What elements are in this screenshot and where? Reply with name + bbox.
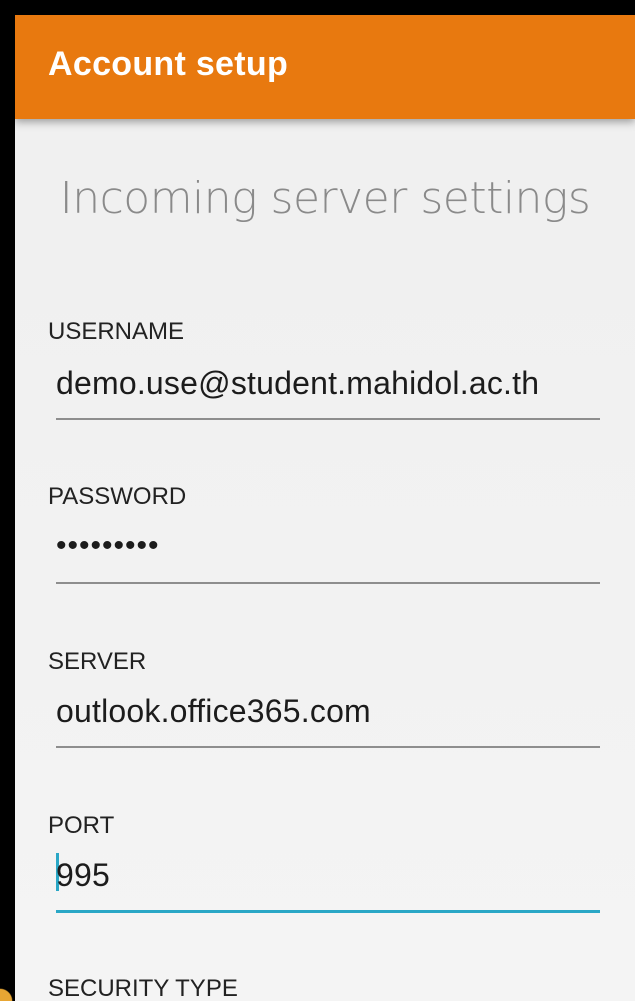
server-label: SERVER [48, 648, 147, 675]
screen: Account setup Incoming server settings U… [15, 15, 635, 1001]
device-frame: Account setup Incoming server settings U… [0, 0, 635, 1001]
password-label: PASSWORD [48, 483, 187, 510]
corner-decoration [0, 985, 14, 1001]
app-bar: Account setup [15, 15, 635, 119]
server-underline [56, 746, 600, 748]
username-label: USERNAME [48, 318, 185, 345]
password-underline [56, 582, 600, 584]
page-heading: Incoming server settings [59, 173, 591, 224]
security-type-label: SECURITY TYPE [48, 975, 238, 1001]
server-input[interactable]: outlook.office365.com [56, 693, 371, 730]
port-input[interactable]: 995 [56, 857, 110, 894]
password-input[interactable]: ••••••••• [56, 529, 160, 563]
username-input[interactable]: demo.use@student.mahidol.ac.th [56, 365, 539, 402]
app-bar-title: Account setup [48, 45, 289, 83]
port-underline [56, 910, 600, 913]
port-label: PORT [48, 812, 115, 839]
username-underline [56, 418, 600, 420]
